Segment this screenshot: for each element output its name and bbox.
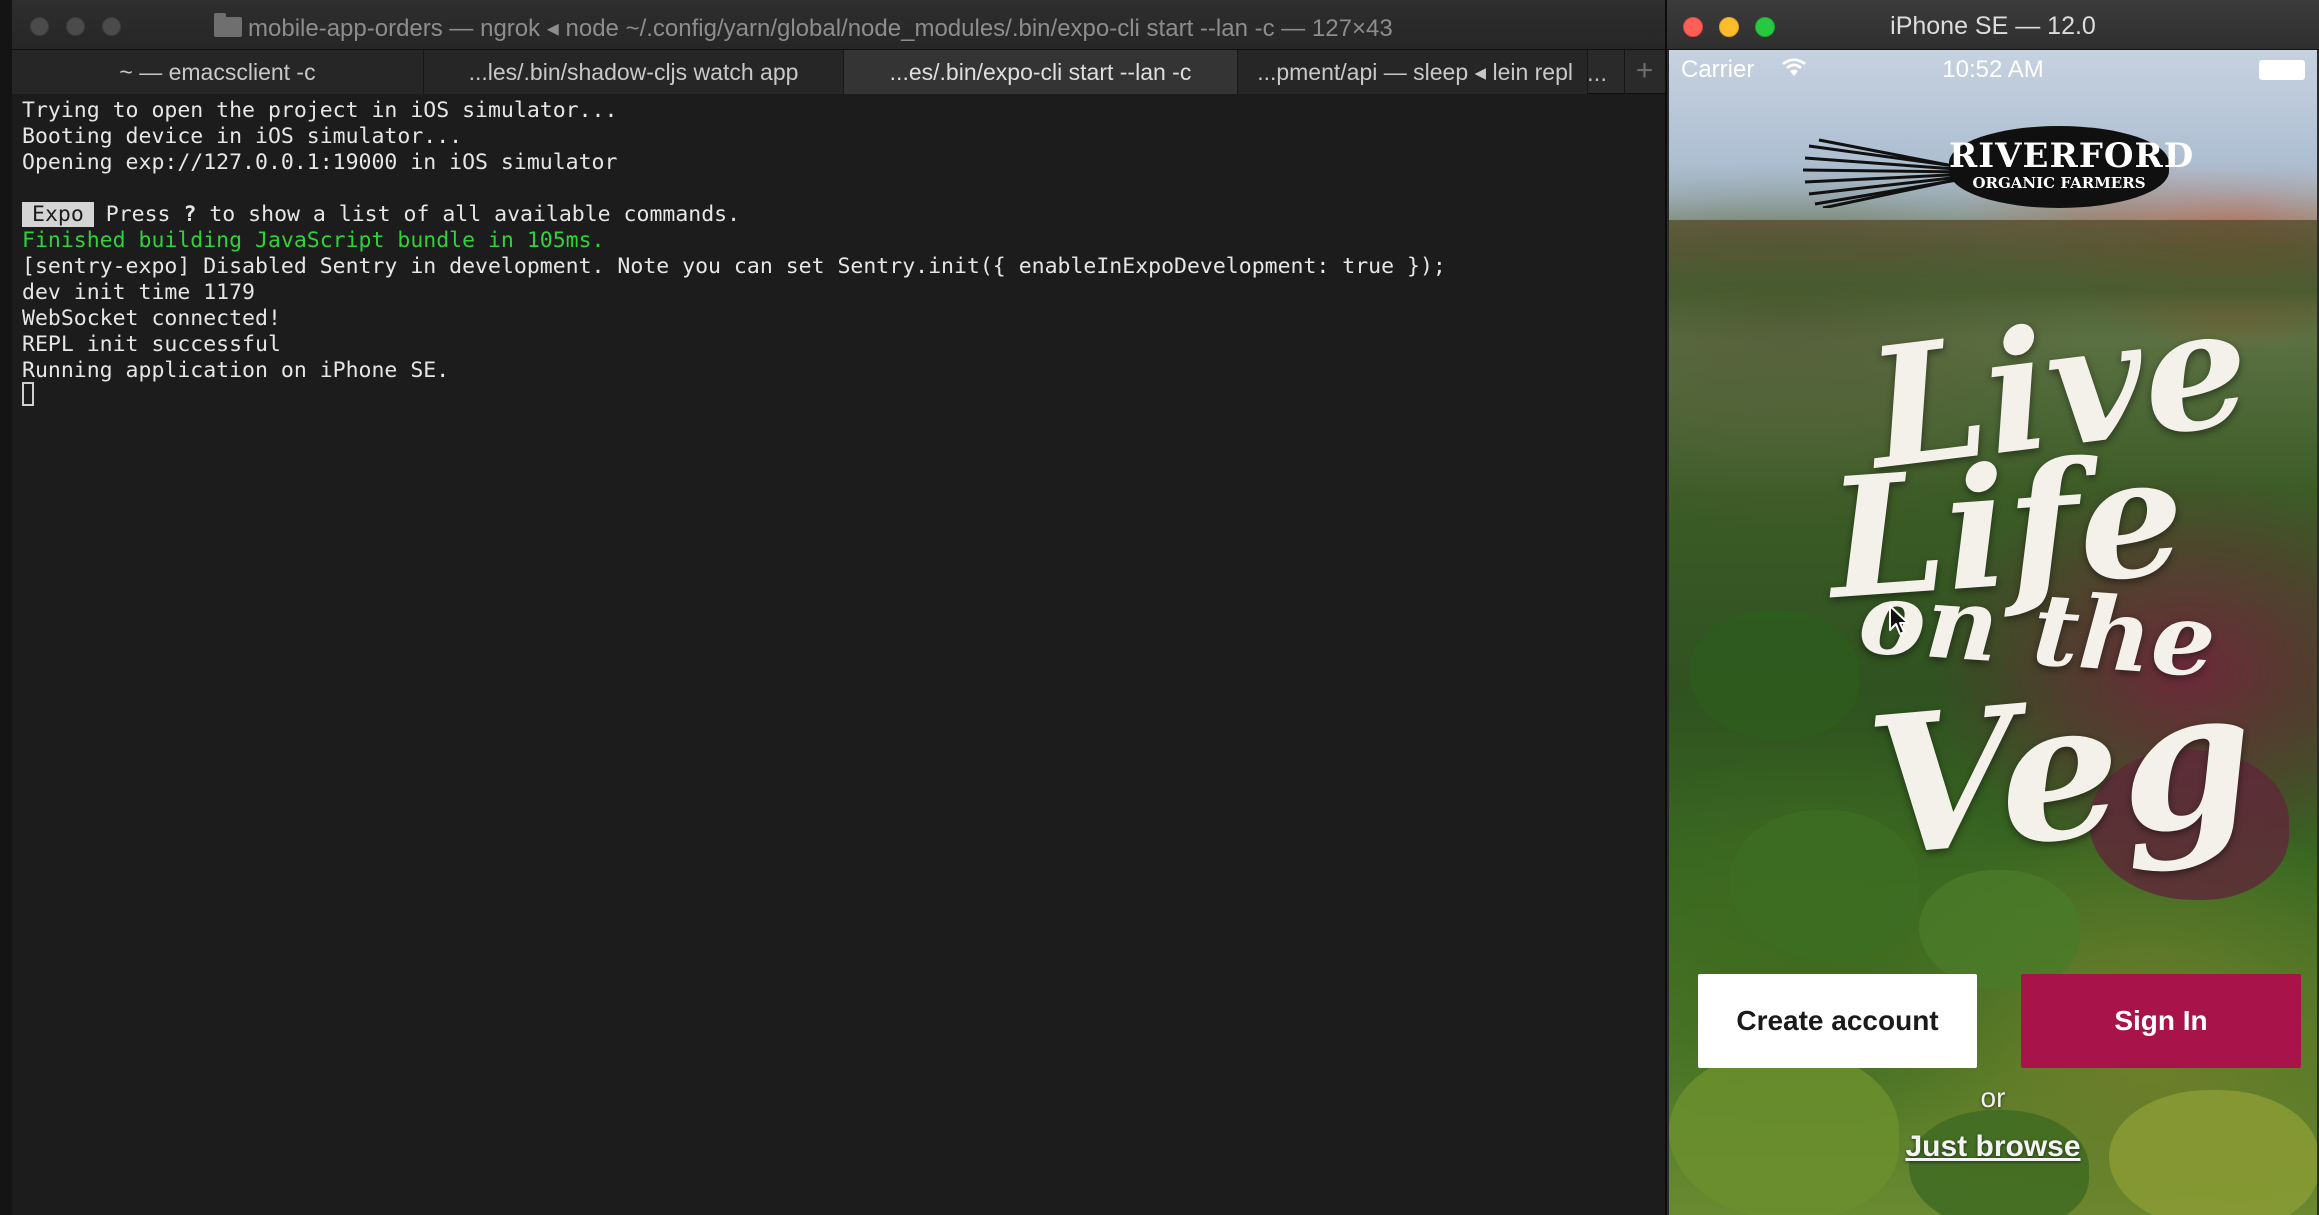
or-divider: or xyxy=(1980,1082,2006,1113)
terminal-line: Running application on iPhone SE. xyxy=(22,358,450,383)
tab-bar: ~ — emacsclient -c ...les/.bin/shadow-cl… xyxy=(12,50,1665,94)
terminal-line: Opening exp://127.0.0.1:19000 in iOS sim… xyxy=(22,150,618,175)
ios-status-bar: Carrier 10:52 AM xyxy=(1669,50,2317,90)
terminal-titlebar[interactable]: mobile-app-orders — ngrok ◂ node ~/.conf… xyxy=(12,0,1665,50)
logo-subtext: ORGANIC FARMERS xyxy=(1972,174,2146,192)
terminal-window: mobile-app-orders — ngrok ◂ node ~/.conf… xyxy=(12,0,1667,1215)
tab-lein-repl[interactable]: ...pment/api — sleep ◂ lein repl xyxy=(1238,50,1588,94)
terminal-cursor xyxy=(22,382,34,406)
folder-icon xyxy=(214,13,242,37)
window-title: mobile-app-orders — ngrok ◂ node ~/.conf… xyxy=(248,15,1393,42)
sign-in-button[interactable]: Sign In xyxy=(2021,974,2301,1068)
battery-icon xyxy=(2259,60,2305,80)
riverford-logo: RIVERFORD ORGANIC FARMERS xyxy=(1799,118,2195,238)
new-tab-button[interactable]: + xyxy=(1624,50,1664,94)
just-browse-link[interactable]: Just browse xyxy=(1669,1130,2317,1164)
tab-label: ~ — emacsclient -c xyxy=(119,59,316,85)
hero-text-veg: Veg xyxy=(1860,643,2262,900)
create-account-button[interactable]: Create account xyxy=(1698,974,1977,1068)
zoom-button[interactable] xyxy=(102,17,121,36)
status-time: 10:52 AM xyxy=(1942,56,2044,83)
terminal-text: Press xyxy=(105,202,184,227)
terminal-line: REPL init successful xyxy=(22,332,281,357)
minimize-button[interactable] xyxy=(66,17,85,36)
simulator-window: iPhone SE — 12.0 Carrier 10:52 AM RIVERF… xyxy=(1667,0,2319,1215)
terminal-line: Trying to open the project in iOS simula… xyxy=(22,98,618,123)
expo-badge: Expo xyxy=(22,202,94,227)
terminal-line: Expo Press ? to show a list of all availa… xyxy=(22,202,740,228)
terminal-output[interactable]: Trying to open the project in iOS simula… xyxy=(22,96,1652,1206)
terminal-line: [sentry-expo] Disabled Sentry in develop… xyxy=(22,254,1446,279)
desktop-edge xyxy=(0,0,12,1215)
simulator-titlebar[interactable]: iPhone SE — 12.0 xyxy=(1667,0,2319,50)
terminal-text: to show a list of all available commands… xyxy=(196,202,741,227)
simulator-title: iPhone SE — 12.0 xyxy=(1890,12,2096,40)
tab-emacsclient[interactable]: ~ — emacsclient -c xyxy=(12,50,424,94)
logo-text: RIVERFORD xyxy=(1949,136,2195,176)
terminal-line: WebSocket connected! xyxy=(22,306,281,331)
mouse-pointer-icon xyxy=(1889,605,1909,635)
tab-expo-cli[interactable]: ...es/.bin/expo-cli start --lan -c xyxy=(844,50,1238,94)
tab-label: ...les/.bin/shadow-cljs watch app xyxy=(468,59,799,85)
terminal-line: Booting device in iOS simulator... xyxy=(22,124,463,149)
phone-screen[interactable]: Carrier 10:52 AM RIVERFORD ORGANIC FARME… xyxy=(1669,50,2317,1215)
tab-label: ...es/.bin/expo-cli start --lan -c xyxy=(889,59,1192,85)
terminal-line: dev init time 1179 xyxy=(22,280,255,305)
tab-label: ...pment/api — sleep ◂ lein repl xyxy=(1257,59,1573,85)
logo-badge: RIVERFORD ORGANIC FARMERS xyxy=(1949,126,2195,208)
tab-shadow-cljs[interactable]: ...les/.bin/shadow-cljs watch app xyxy=(424,50,844,94)
tab-overflow-button[interactable]: ... xyxy=(1587,50,1607,94)
background-leaf xyxy=(1689,610,1859,740)
help-key: ? xyxy=(183,202,197,227)
brush-icon xyxy=(1802,138,1969,208)
close-button[interactable] xyxy=(30,17,49,36)
terminal-line-success: Finished building JavaScript bundle in 1… xyxy=(22,228,605,253)
